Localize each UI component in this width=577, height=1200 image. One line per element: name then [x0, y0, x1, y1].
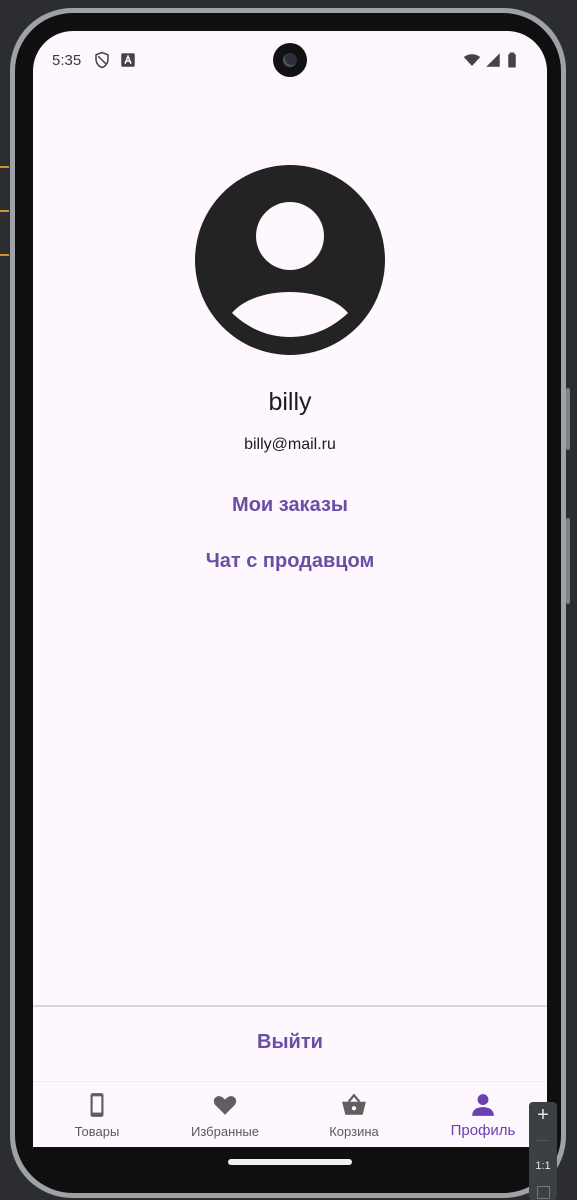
- editor-marker: [0, 210, 9, 212]
- logout-button[interactable]: Выйти: [33, 1031, 547, 1054]
- smartphone-icon: [90, 1093, 104, 1117]
- heart-icon: [213, 1096, 237, 1115]
- nav-item-cart[interactable]: Корзина: [304, 1082, 404, 1147]
- wifi-icon: [463, 54, 481, 66]
- bottom-navigation: Товары Избранные Корзина Профиль: [33, 1081, 547, 1147]
- nav-item-products[interactable]: Товары: [47, 1082, 147, 1147]
- zoom-fit-icon[interactable]: [537, 1186, 550, 1199]
- zoom-out-button[interactable]: [536, 1140, 550, 1141]
- text-a-icon: [121, 53, 135, 67]
- my-orders-button[interactable]: Мои заказы: [33, 494, 547, 517]
- nav-label-favorites: Избранные: [191, 1124, 259, 1139]
- app-screen: 5:35 billy billy@mail.ru Мои заказы Чат …: [33, 31, 547, 1147]
- zoom-in-button[interactable]: +: [529, 1104, 557, 1127]
- chat-with-seller-button[interactable]: Чат с продавцом: [33, 550, 547, 573]
- basket-icon: [342, 1093, 366, 1115]
- nav-label-products: Товары: [74, 1124, 120, 1139]
- editor-marker: [0, 254, 9, 256]
- device-power-button: [566, 518, 570, 604]
- zoom-actual-size-button[interactable]: 1:1: [529, 1160, 557, 1172]
- person-icon: [472, 1094, 494, 1116]
- nav-item-profile[interactable]: Профиль: [433, 1082, 533, 1147]
- front-camera: [273, 43, 307, 77]
- status-time: 5:35: [52, 52, 82, 69]
- gesture-home-bar[interactable]: [228, 1159, 352, 1165]
- account-circle-icon: [195, 165, 385, 355]
- profile-email: billy@mail.ru: [244, 436, 336, 453]
- divider: [33, 1005, 547, 1007]
- nav-label-profile: Профиль: [450, 1122, 516, 1139]
- editor-marker: [0, 166, 9, 168]
- profile-username: billy: [268, 388, 312, 416]
- signal-icon: [486, 53, 500, 67]
- nav-label-cart: Корзина: [329, 1124, 379, 1139]
- battery-icon: [508, 52, 516, 68]
- emulator-zoom-panel: + 1:1: [529, 1102, 557, 1200]
- status-bar: 5:35: [33, 31, 547, 91]
- nav-item-favorites[interactable]: Избранные: [175, 1082, 275, 1147]
- shield-icon: [95, 51, 109, 69]
- device-volume-button: [566, 388, 570, 450]
